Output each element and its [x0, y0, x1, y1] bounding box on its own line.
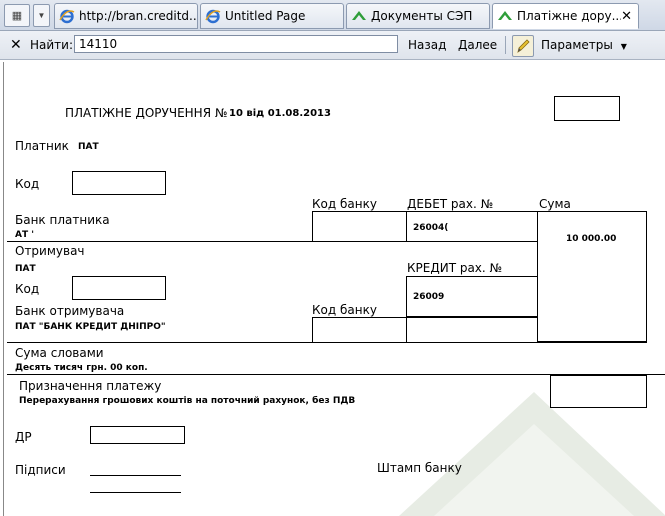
signature-line-2 — [90, 492, 181, 493]
recipient-bank-label: Банк отримувача — [15, 304, 125, 318]
signatures-label: Підписи — [15, 463, 66, 477]
pencil-icon[interactable] — [512, 35, 534, 57]
find-label: Найти: — [30, 38, 74, 52]
tab-grid-button[interactable]: ▦ — [4, 4, 30, 27]
ie-icon — [59, 9, 75, 24]
chevron-down-icon: ▼ — [620, 42, 627, 51]
form-code-box — [554, 96, 620, 121]
green-chevron-icon — [352, 11, 366, 20]
signature-line-1 — [90, 475, 181, 476]
amount-value: 10 000.00 — [566, 234, 617, 244]
separator — [505, 36, 506, 54]
recipient-code-label: Код — [15, 282, 40, 296]
recipient-label: Отримувач — [15, 244, 85, 258]
payer-bank-code-box — [312, 211, 407, 242]
green-chevron-icon — [498, 11, 512, 20]
grid-icon: ▦ — [11, 10, 23, 22]
options-label: Параметры — [541, 38, 613, 52]
tab-creditdnepr[interactable]: http://bran.creditd... — [54, 3, 198, 29]
tab-label: Untitled Page — [225, 9, 306, 23]
amount-box — [537, 211, 647, 342]
credit-account-value: 26009 — [413, 292, 445, 302]
find-options-button[interactable]: Параметры ▼ — [541, 38, 627, 52]
payer-value: ПАТ — [78, 142, 99, 152]
close-icon[interactable]: ✕ — [621, 9, 632, 24]
purpose-code-box — [550, 375, 647, 408]
document-title: ПЛАТІЖНЕ ДОРУЧЕННЯ № — [65, 106, 228, 120]
purpose-value: Перерахування грошових коштів на поточни… — [19, 396, 356, 406]
debit-label: ДЕБЕТ рах. № — [407, 197, 494, 211]
payer-code-label: Код — [15, 177, 40, 191]
recipient-bank-code-box — [312, 317, 407, 343]
dr-label: ДР — [15, 430, 32, 444]
find-input[interactable]: 14110 — [74, 35, 398, 53]
tab-list-dropdown[interactable]: ▼ — [33, 4, 50, 27]
ie-icon — [205, 9, 221, 24]
tab-label: Платіжне дору... — [517, 9, 622, 23]
debit-account-value: 26004( — [413, 223, 449, 233]
tab-label: Документы СЭП — [371, 9, 473, 23]
recipient-code-box — [72, 276, 166, 300]
payer-bank-code-label: Код банку — [312, 197, 377, 211]
payer-bank-value: АТ ' — [15, 230, 34, 240]
recipient-bank-account-box — [406, 317, 538, 343]
find-bar: ✕ Найти: 14110 Назад Далее Параметры ▼ — [0, 31, 665, 60]
payer-section-divider — [7, 241, 537, 242]
payer-code-box — [72, 171, 166, 195]
tab-bar: ▦ ▼ http://bran.creditd... Untitled Page… — [0, 0, 665, 31]
tab-label: http://bran.creditd... — [79, 9, 197, 23]
sum-words-label: Сума словами — [15, 346, 104, 360]
find-back-button[interactable]: Назад — [408, 38, 446, 52]
tab-sep-documents[interactable]: Документы СЭП — [346, 3, 490, 29]
purpose-label: Призначення платежу — [19, 379, 162, 393]
payer-bank-label: Банк платника — [15, 213, 110, 227]
document-title-details: 10 від 01.08.2013 — [229, 108, 331, 119]
payer-label: Платник — [15, 139, 69, 153]
tab-payment-order[interactable]: Платіжне дору... ✕ — [492, 3, 639, 29]
sum-label: Сума — [539, 197, 571, 211]
find-next-button[interactable]: Далее — [458, 38, 497, 52]
recipient-bank-value: ПАТ "БАНК КРЕДИТ ДНІПРО" — [15, 322, 166, 332]
tab-untitled-page[interactable]: Untitled Page — [200, 3, 344, 29]
credit-label: КРЕДИТ рах. № — [407, 261, 503, 275]
document-area: ПЛАТІЖНЕ ДОРУЧЕННЯ № 10 від 01.08.2013 П… — [3, 62, 665, 516]
recipient-bank-code-label: Код банку — [312, 303, 377, 317]
recipient-section-divider — [7, 342, 647, 343]
chevron-down-icon: ▼ — [37, 11, 46, 20]
sum-words-value: Десять тисяч грн. 00 коп. — [15, 363, 148, 373]
recipient-value: ПАТ — [15, 264, 36, 274]
dr-box — [90, 426, 185, 444]
close-find-button[interactable]: ✕ — [10, 37, 22, 53]
stamp-label: Штамп банку — [377, 461, 462, 475]
